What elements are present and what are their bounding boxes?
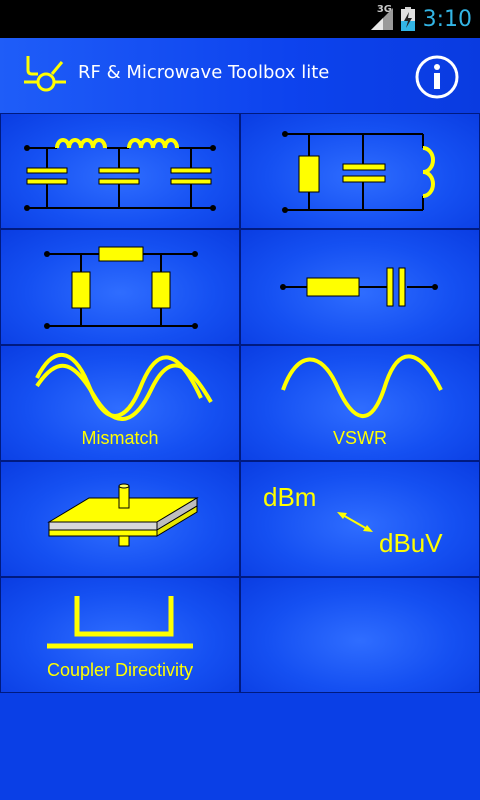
- tile-attenuator[interactable]: [0, 229, 240, 345]
- status-clock: 3:10: [422, 6, 472, 32]
- battery-icon: [400, 7, 415, 31]
- app-title: RF & Microwave Toolbox lite: [78, 62, 330, 83]
- app-bar: RF & Microwave Toolbox lite: [0, 38, 480, 113]
- dbuv-text: dBuV: [379, 528, 443, 558]
- attenuator-icon: [44, 246, 198, 329]
- tile-microstrip[interactable]: [0, 461, 240, 577]
- tile-series-rc[interactable]: [240, 229, 480, 345]
- signal-icon: [370, 8, 393, 30]
- tile-vswr[interactable]: VSWR: [240, 345, 480, 461]
- tile-mismatch[interactable]: Mismatch: [0, 345, 240, 461]
- microstrip-icon: [47, 483, 199, 547]
- series-rc-icon: [280, 267, 438, 307]
- vswr-label: VSWR: [333, 428, 387, 448]
- tile-lc-filter[interactable]: [0, 113, 240, 229]
- status-bar: 3G 3:10: [0, 0, 480, 38]
- tile-coupler-directivity[interactable]: Coupler Directivity: [0, 577, 240, 693]
- rf-logo-icon: [24, 56, 66, 92]
- coupler-directivity-label: Coupler Directivity: [46, 660, 194, 680]
- tile-dbm-dbuv[interactable]: dBm dBuV: [240, 461, 480, 577]
- tool-grid: Mismatch VSWR dBm dBuV Coupler Directivi…: [0, 113, 480, 693]
- tile-resonator[interactable]: [240, 113, 480, 229]
- resonator-icon: [282, 131, 435, 213]
- bottom-area: [0, 693, 480, 800]
- info-icon[interactable]: [414, 54, 460, 100]
- double-arrow-icon: [337, 512, 373, 532]
- lc-filter-icon: [24, 138, 216, 211]
- tile-empty: [240, 577, 480, 693]
- mismatch-label: Mismatch: [81, 428, 159, 448]
